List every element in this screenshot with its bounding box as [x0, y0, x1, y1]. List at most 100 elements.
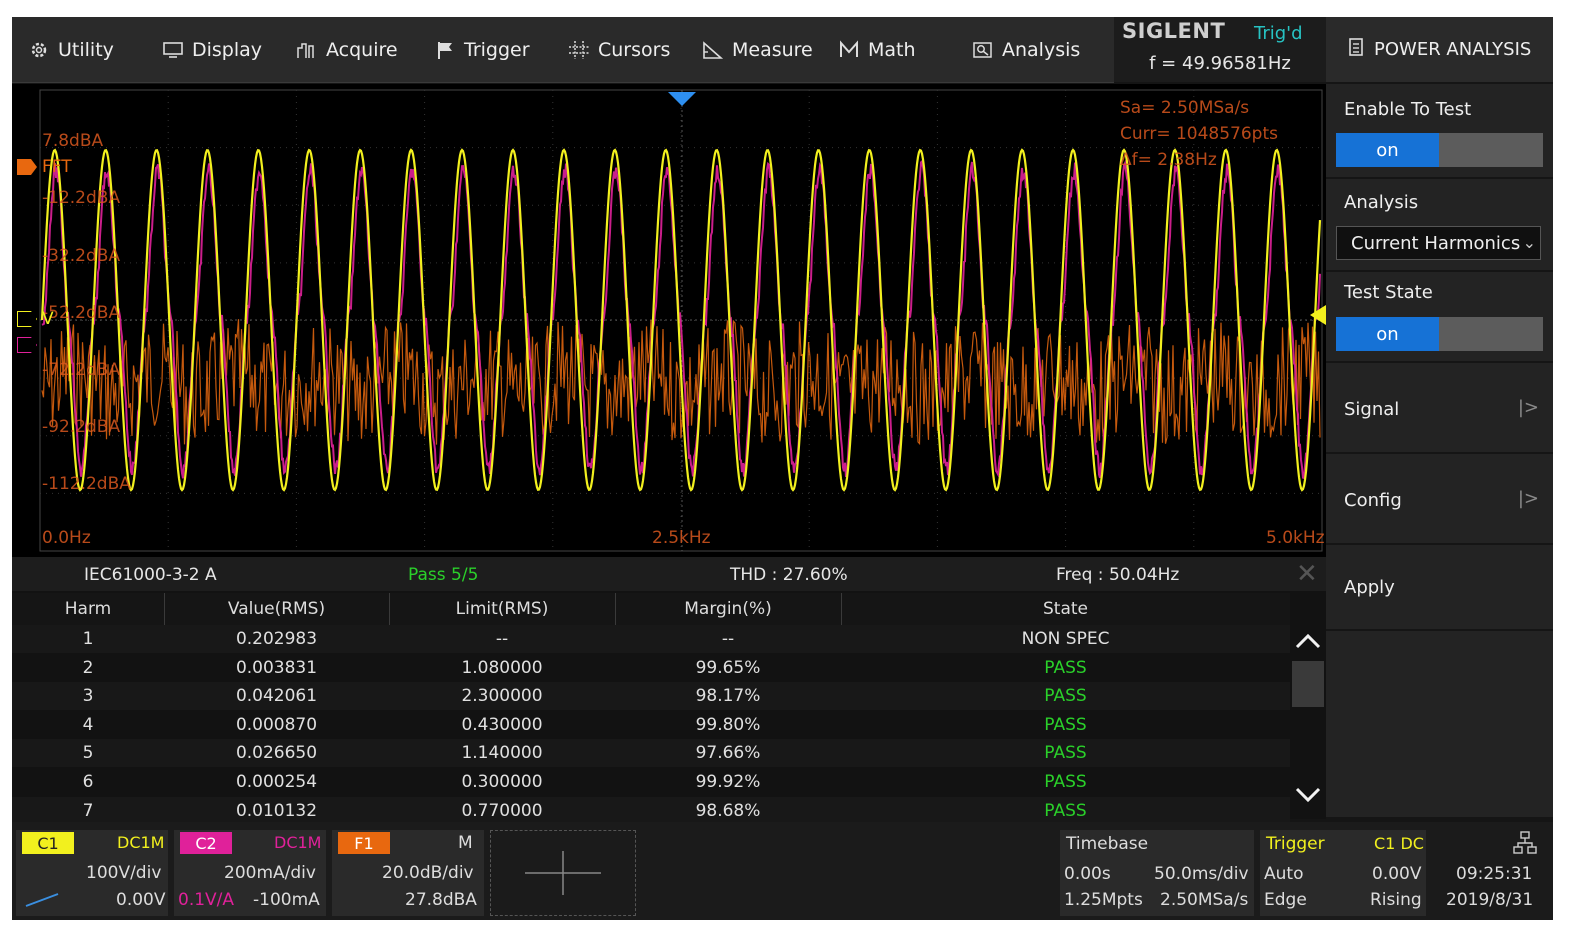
table-cell: PASS	[1044, 743, 1087, 764]
test-state-toggle[interactable]: on	[1336, 317, 1543, 351]
column-header: Harm	[64, 599, 112, 619]
divider	[1326, 177, 1553, 179]
test-state-label: Test State	[1344, 282, 1433, 303]
fft-level-label: -72.2dBA	[42, 360, 121, 380]
menu-measure[interactable]: Measure	[702, 17, 813, 82]
table-cell: 2	[82, 657, 94, 678]
top-menu-bar: Utility Display Acquire Trigger Cursors	[12, 17, 1114, 83]
fft-level-label: -12.2dBA	[42, 188, 121, 208]
scroll-up-icon[interactable]	[1294, 631, 1322, 655]
cursor-grid-icon	[568, 40, 590, 60]
table-cell: 0.202983	[235, 629, 318, 649]
f1-offset: 27.8dBA	[405, 890, 477, 910]
menu-measure-label: Measure	[732, 38, 813, 61]
table-cell: NON SPEC	[1021, 629, 1110, 649]
ch1-probe-icon	[25, 893, 59, 907]
waveform-display[interactable]: Sa= 2.50MSa/s Curr= 1048576pts Δf= 2.38H…	[12, 84, 1326, 557]
table-cell: 0.010132	[235, 800, 318, 821]
menu-display-label: Display	[192, 38, 263, 61]
menu-display[interactable]: Display	[162, 17, 262, 82]
menu-utility[interactable]: Utility	[28, 17, 114, 82]
table-cell: 1	[82, 629, 94, 649]
document-icon	[1348, 37, 1364, 62]
ch2-info-box[interactable]: C2 DC1M 200mA/div 0.1V/A -100mA	[174, 830, 326, 916]
table-cell: PASS	[1044, 657, 1087, 678]
table-cell: 97.66%	[695, 743, 761, 764]
add-channel-box[interactable]	[490, 830, 636, 916]
scroll-thumb[interactable]	[1292, 661, 1324, 707]
clock-date: 2019/8/31	[1446, 890, 1534, 910]
scroll-down-icon[interactable]	[1294, 785, 1322, 809]
table-row: 1 0.202983 -- -- NON SPEC	[12, 625, 1290, 653]
table-cell: 3	[82, 686, 94, 707]
table-cell: 0.003831	[235, 657, 318, 678]
config-button[interactable]: Config |>	[1326, 454, 1553, 543]
menu-acquire[interactable]: Acquire	[296, 17, 398, 82]
divider	[1326, 270, 1553, 272]
menu-cursors-label: Cursors	[598, 38, 671, 61]
ruler-icon	[702, 40, 724, 60]
table-cell: 98.68%	[695, 800, 761, 821]
table-cell: --	[721, 629, 735, 649]
analysis-select[interactable]: Current Harmonics ⌄	[1336, 226, 1541, 260]
ch2-tag: C2	[180, 832, 232, 854]
flag-icon	[434, 40, 456, 60]
table-cell: 1.080000	[461, 657, 543, 678]
trigger-box[interactable]: Trigger C1 DC Auto 0.00V Edge Rising	[1260, 830, 1426, 916]
menu-analysis[interactable]: Analysis	[972, 17, 1080, 82]
bottom-status-bar: C1 DC1M 100V/div 0.00V C2 DC1M 200mA/div…	[12, 822, 1553, 920]
analysis-select-value: Current Harmonics	[1351, 232, 1521, 254]
timebase-label: Timebase	[1066, 834, 1149, 854]
clock-box: 09:25:31 2019/8/31	[1432, 830, 1548, 916]
menu-math-label: Math	[868, 38, 916, 61]
submenu-arrow-icon: |>	[1517, 397, 1539, 418]
table-cell: 99.92%	[695, 772, 761, 792]
ch2-offset: -100mA	[253, 890, 320, 910]
menu-trigger[interactable]: Trigger	[434, 17, 530, 82]
delta-f-readout: Δf= 2.38Hz	[1120, 150, 1217, 170]
column-divider	[389, 593, 390, 625]
table-scrollbar[interactable]	[1290, 625, 1326, 819]
table-cell: 99.80%	[695, 714, 761, 735]
column-divider	[615, 593, 616, 625]
apply-button[interactable]: Apply	[1326, 545, 1553, 629]
pass-count: Pass 5/5	[408, 565, 479, 585]
table-row: 5 0.026650 1.140000 97.66% PASS	[12, 739, 1290, 768]
trigger-type: Edge	[1264, 890, 1307, 910]
standard-label: IEC61000-3-2 A	[84, 565, 217, 585]
table-row: 7 0.010132 0.770000 98.68% PASS	[12, 796, 1290, 825]
signal-button[interactable]: Signal |>	[1326, 363, 1553, 452]
apply-label: Apply	[1344, 577, 1395, 598]
timebase-rate: 2.50MSa/s	[1160, 890, 1249, 910]
column-header: Limit(RMS)	[455, 599, 549, 619]
f1-mode: M	[458, 833, 473, 853]
harmonics-results-panel: IEC61000-3-2 A Pass 5/5 THD : 27.60% Fre…	[12, 557, 1326, 825]
frequency-readout: f = 49.96581Hz	[1149, 53, 1291, 74]
trigger-label: Trigger	[1266, 834, 1325, 854]
test-state-on: on	[1336, 317, 1439, 351]
fft-marker-label: FFT	[42, 157, 72, 177]
f1-info-box[interactable]: F1 M 20.0dB/div 27.8dBA	[332, 830, 484, 916]
timebase-box[interactable]: Timebase 0.00s 50.0ms/div 1.25Mpts 2.50M…	[1060, 830, 1254, 916]
column-divider	[841, 593, 842, 625]
fft-start-freq: 0.0Hz	[42, 528, 91, 548]
menu-math[interactable]: Math	[838, 17, 916, 82]
curr-points-readout: Curr= 1048576pts	[1120, 124, 1278, 144]
math-icon	[838, 39, 860, 60]
acquire-icon	[296, 40, 318, 60]
enable-test-toggle[interactable]: on	[1336, 133, 1543, 167]
timebase-points: 1.25Mpts	[1064, 890, 1143, 910]
table-cell: 0.026650	[235, 743, 318, 764]
analysis-icon	[972, 40, 994, 60]
network-icon	[1513, 831, 1537, 854]
menu-cursors[interactable]: Cursors	[568, 17, 670, 82]
ch1-info-box[interactable]: C1 DC1M 100V/div 0.00V	[16, 830, 168, 916]
trigger-status: Trig'd	[1254, 23, 1303, 44]
timebase-scale: 50.0ms/div	[1154, 864, 1249, 884]
table-cell: --	[495, 629, 509, 649]
table-cell: 99.65%	[695, 657, 761, 678]
close-icon[interactable]: ✕	[1296, 559, 1318, 589]
table-cell: 2.300000	[461, 686, 543, 707]
sample-rate-readout: Sa= 2.50MSa/s	[1120, 98, 1250, 118]
config-label: Config	[1344, 490, 1402, 511]
